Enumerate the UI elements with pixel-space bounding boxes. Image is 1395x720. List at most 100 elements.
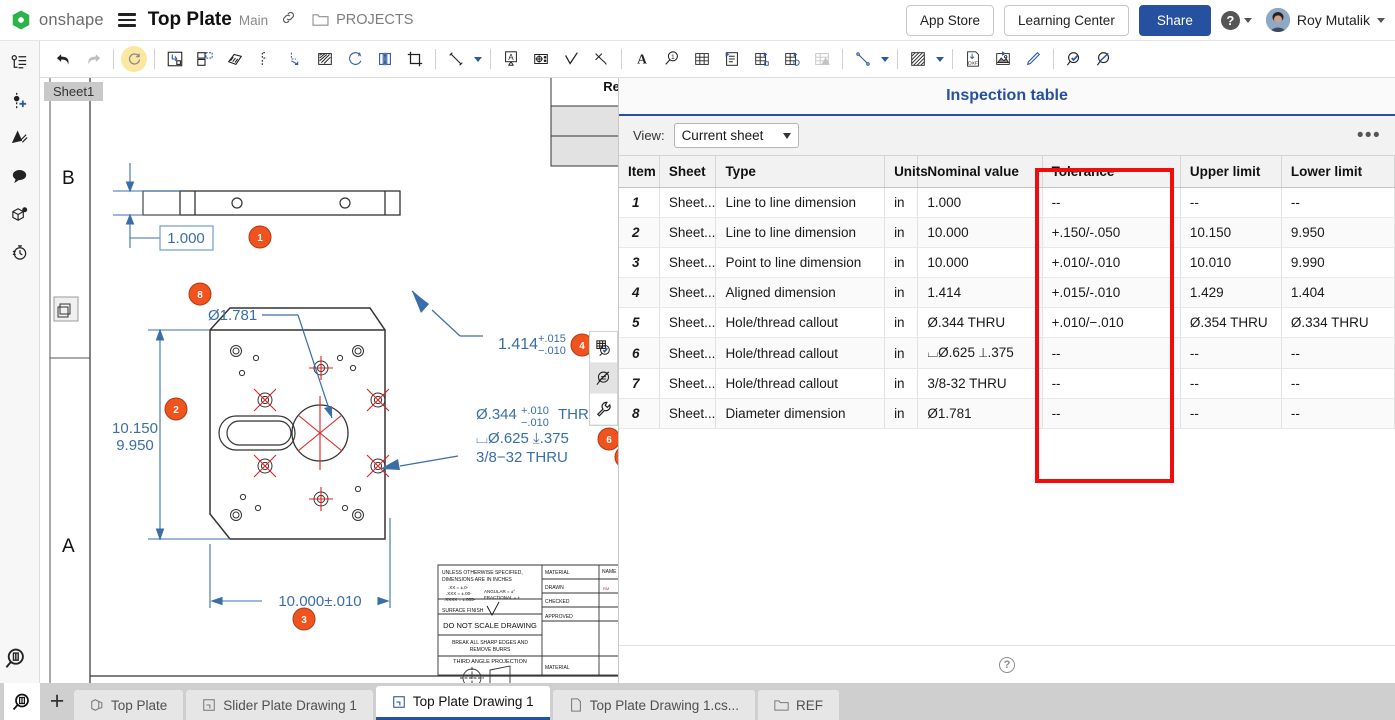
- hole-table-icon: [807, 45, 837, 73]
- onshape-logo-icon: [10, 9, 32, 31]
- col-header-upper[interactable]: Upper limit: [1180, 156, 1281, 188]
- line-icon[interactable]: [848, 45, 878, 73]
- col-header-lower[interactable]: Lower limit: [1281, 156, 1394, 188]
- export-dxf-icon[interactable]: DXF: [958, 45, 988, 73]
- help-menu[interactable]: ?: [1221, 11, 1252, 30]
- crop-view-icon-a[interactable]: A: [340, 45, 370, 73]
- center-marks: [298, 396, 342, 470]
- share-button[interactable]: Share: [1139, 5, 1211, 36]
- zoom-search-icon[interactable]: [4, 683, 40, 720]
- paint-icon[interactable]: [1018, 45, 1048, 73]
- tab-ref[interactable]: REF: [758, 690, 839, 720]
- breadcrumb[interactable]: PROJECTS: [312, 12, 413, 28]
- cell-sheet: Sheet...: [659, 369, 716, 399]
- app-store-button[interactable]: App Store: [906, 5, 994, 36]
- table-row[interactable]: 4Sheet...Aligned dimensionin1.414+.015/-…: [619, 278, 1395, 308]
- cell-upper: 10.010: [1180, 248, 1281, 278]
- header-actions: App Store Learning Center Share ? Roy Mu…: [906, 5, 1385, 36]
- tab-top-plate[interactable]: Top Plate: [74, 690, 183, 720]
- table-row[interactable]: 6Sheet...Hole/thread calloutin⌴Ø.625 ⊥.3…: [619, 338, 1395, 369]
- onshape-logo[interactable]: onshape: [10, 9, 104, 31]
- part-icon[interactable]: [4, 199, 36, 229]
- hatch-icon[interactable]: [903, 45, 933, 73]
- col-header-tolerance[interactable]: Tolerance: [1042, 156, 1180, 188]
- dim-bore-diameter: Ø1.781: [208, 307, 257, 324]
- inspection-hide-icon[interactable]: [590, 363, 617, 394]
- svg-text:A: A: [508, 53, 514, 62]
- add-tab-button[interactable]: +: [40, 683, 74, 720]
- revision-table-icon[interactable]: [747, 45, 777, 73]
- panel-options-button[interactable]: •••: [1357, 126, 1381, 145]
- toolbar-divider: [435, 49, 436, 69]
- dimension-icon[interactable]: [441, 45, 471, 73]
- projected-view-icon[interactable]: [190, 45, 220, 73]
- learning-center-button[interactable]: Learning Center: [1004, 5, 1129, 36]
- cell-units: in: [885, 248, 918, 278]
- inspection-table-icon[interactable]: [777, 45, 807, 73]
- text-icon[interactable]: A: [627, 45, 657, 73]
- inspection-table-wrap: Item Sheet Type Units Nominal value Tole…: [619, 156, 1395, 645]
- insert-image-icon[interactable]: [988, 45, 1018, 73]
- hatch-dropdown-caret[interactable]: [933, 45, 947, 73]
- tab-top-plate-drawing-1[interactable]: Top Plate Drawing 1: [376, 686, 550, 720]
- undo-icon[interactable]: [48, 45, 78, 73]
- weld-symbol-icon[interactable]: [586, 45, 616, 73]
- break-view-icon[interactable]: [370, 45, 400, 73]
- dimension-dropdown-caret[interactable]: [471, 45, 485, 73]
- sheet-tab-label[interactable]: Sheet1: [44, 82, 103, 101]
- toolbar-divider: [113, 49, 114, 69]
- col-header-sheet[interactable]: Sheet: [659, 156, 716, 188]
- table-row[interactable]: 2Sheet...Line to line dimensionin10.000+…: [619, 218, 1395, 248]
- table-row[interactable]: 1Sheet...Line to line dimensionin1.000--…: [619, 188, 1395, 218]
- cell-tolerance: --: [1042, 399, 1180, 429]
- col-header-nominal[interactable]: Nominal value: [918, 156, 1042, 188]
- table-row[interactable]: 3Sheet...Point to line dimensionin10.000…: [619, 248, 1395, 278]
- cell-nominal: 3/8-32 THRU: [918, 369, 1042, 399]
- cell-nominal: 10.000: [918, 248, 1042, 278]
- history-icon[interactable]: [4, 237, 36, 267]
- inspection-hide-icon[interactable]: [1089, 45, 1119, 73]
- tb-drawn: DRAWN: [545, 585, 564, 591]
- section-view-icon[interactable]: [220, 45, 250, 73]
- col-header-type[interactable]: Type: [716, 156, 885, 188]
- table-row[interactable]: 7Sheet...Hole/thread calloutin3/8-32 THR…: [619, 369, 1395, 399]
- note-icon[interactable]: A: [496, 45, 526, 73]
- main-menu-button[interactable]: [118, 10, 136, 30]
- link-icon[interactable]: [281, 10, 296, 30]
- zoom-search-icon[interactable]: [4, 646, 30, 677]
- balloon-icon[interactable]: 1: [657, 45, 687, 73]
- wrench-icon[interactable]: [590, 394, 617, 425]
- toolbar-divider: [490, 49, 491, 69]
- user-menu[interactable]: Roy Mutalik: [1266, 8, 1385, 32]
- bom-table-icon[interactable]: [717, 45, 747, 73]
- comment-icon[interactable]: [4, 161, 36, 191]
- line-dropdown-caret[interactable]: [878, 45, 892, 73]
- auxiliary-view-icon[interactable]: [280, 45, 310, 73]
- crop-view-icon[interactable]: [400, 45, 430, 73]
- table-icon[interactable]: [687, 45, 717, 73]
- projection-symbol: [460, 666, 510, 683]
- cell-tolerance: --: [1042, 369, 1180, 399]
- rotate-view-icon[interactable]: [119, 45, 149, 73]
- table-row[interactable]: 5Sheet...Hole/thread calloutinØ.344 THRU…: [619, 308, 1395, 338]
- datum-icon[interactable]: [526, 45, 556, 73]
- inspection-check-icon[interactable]: [1059, 45, 1089, 73]
- tab-slider-plate-drawing-1[interactable]: Slider Plate Drawing 1: [186, 690, 373, 720]
- inspection-check-icon[interactable]: [590, 332, 617, 363]
- folder-icon: [774, 699, 789, 712]
- help-icon[interactable]: ?: [999, 657, 1015, 673]
- table-row[interactable]: 8Sheet...Diameter dimensioninØ1.781-----…: [619, 399, 1395, 429]
- col-header-units[interactable]: Units: [885, 156, 918, 188]
- tb-angular: ANGULAR = ±°: [484, 589, 515, 594]
- leader-aligned: [412, 291, 483, 336]
- detail-view-icon[interactable]: [250, 45, 280, 73]
- add-point-icon[interactable]: [4, 85, 36, 115]
- insert-view-icon[interactable]: [160, 45, 190, 73]
- broken-out-section-icon[interactable]: [310, 45, 340, 73]
- view-select[interactable]: Current sheet: [674, 123, 799, 148]
- drawing-tree-icon[interactable]: [4, 47, 36, 77]
- markup-icon[interactable]: [4, 123, 36, 153]
- surface-finish-icon[interactable]: [556, 45, 586, 73]
- tab-top-plate-drawing-1-csv[interactable]: Top Plate Drawing 1.cs...: [553, 690, 755, 720]
- col-header-item[interactable]: Item: [619, 156, 659, 188]
